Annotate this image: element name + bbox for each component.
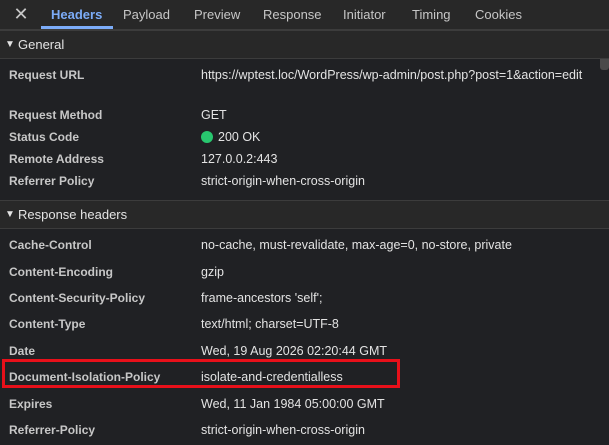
tab-bar: ✕ Headers Payload Preview Response Initi… [0, 0, 609, 30]
header-value: text/html; charset=UTF-8 [201, 317, 339, 331]
triangle-down-icon: ▼ [5, 209, 15, 220]
tab-response[interactable]: Response [263, 0, 322, 29]
tab-headers[interactable]: Headers [51, 0, 102, 29]
header-value: frame-ancestors 'self'; [201, 291, 323, 305]
header-name: Referrer Policy [9, 174, 95, 188]
header-value: strict-origin-when-cross-origin [201, 174, 365, 188]
response-headers-section-title: Response headers [18, 207, 128, 222]
header-name: Status Code [9, 130, 80, 144]
general-section-title: General [18, 37, 65, 52]
header-value: isolate-and-credentialless [201, 370, 343, 384]
header-value: strict-origin-when-cross-origin [201, 423, 365, 437]
general-section-header[interactable]: ▼ General [0, 30, 609, 59]
header-value: 127.0.0.2:443 [201, 152, 278, 166]
header-value: GET [201, 108, 227, 122]
green-status-dot-icon [201, 131, 213, 143]
tab-timing[interactable]: Timing [412, 0, 451, 29]
response-headers-section-header[interactable]: ▼ Response headers [0, 200, 609, 229]
status-code-text: 200 OK [218, 130, 261, 144]
header-name: Date [9, 344, 36, 358]
header-value: Wed, 11 Jan 1984 05:00:00 GMT [201, 397, 385, 411]
header-name: Content-Security-Policy [9, 291, 146, 305]
header-name: Request URL [9, 68, 85, 82]
header-value: gzip [201, 265, 224, 279]
header-name: Referrer-Policy [9, 423, 96, 437]
tab-preview[interactable]: Preview [194, 0, 240, 29]
header-name: Expires [9, 397, 53, 411]
active-tab-indicator [41, 26, 113, 29]
header-name: Content-Type [9, 317, 86, 331]
header-name: Content-Encoding [9, 265, 113, 279]
header-name: Document-Isolation-Policy [9, 370, 161, 384]
close-icon[interactable]: ✕ [10, 2, 32, 26]
header-name: Request Method [9, 108, 103, 122]
header-name: Remote Address [9, 152, 104, 166]
tab-cookies[interactable]: Cookies [475, 0, 522, 29]
header-value: https://wptest.loc/WordPress/wp-admin/po… [201, 68, 583, 82]
tab-payload[interactable]: Payload [123, 0, 170, 29]
status-code-value: 200 OK [201, 128, 605, 147]
header-name: Cache-Control [9, 238, 92, 252]
header-value: Wed, 19 Aug 2026 02:20:44 GMT [201, 344, 388, 358]
triangle-down-icon: ▼ [5, 39, 15, 50]
header-value: no-cache, must-revalidate, max-age=0, no… [201, 238, 512, 252]
tab-initiator[interactable]: Initiator [343, 0, 386, 29]
